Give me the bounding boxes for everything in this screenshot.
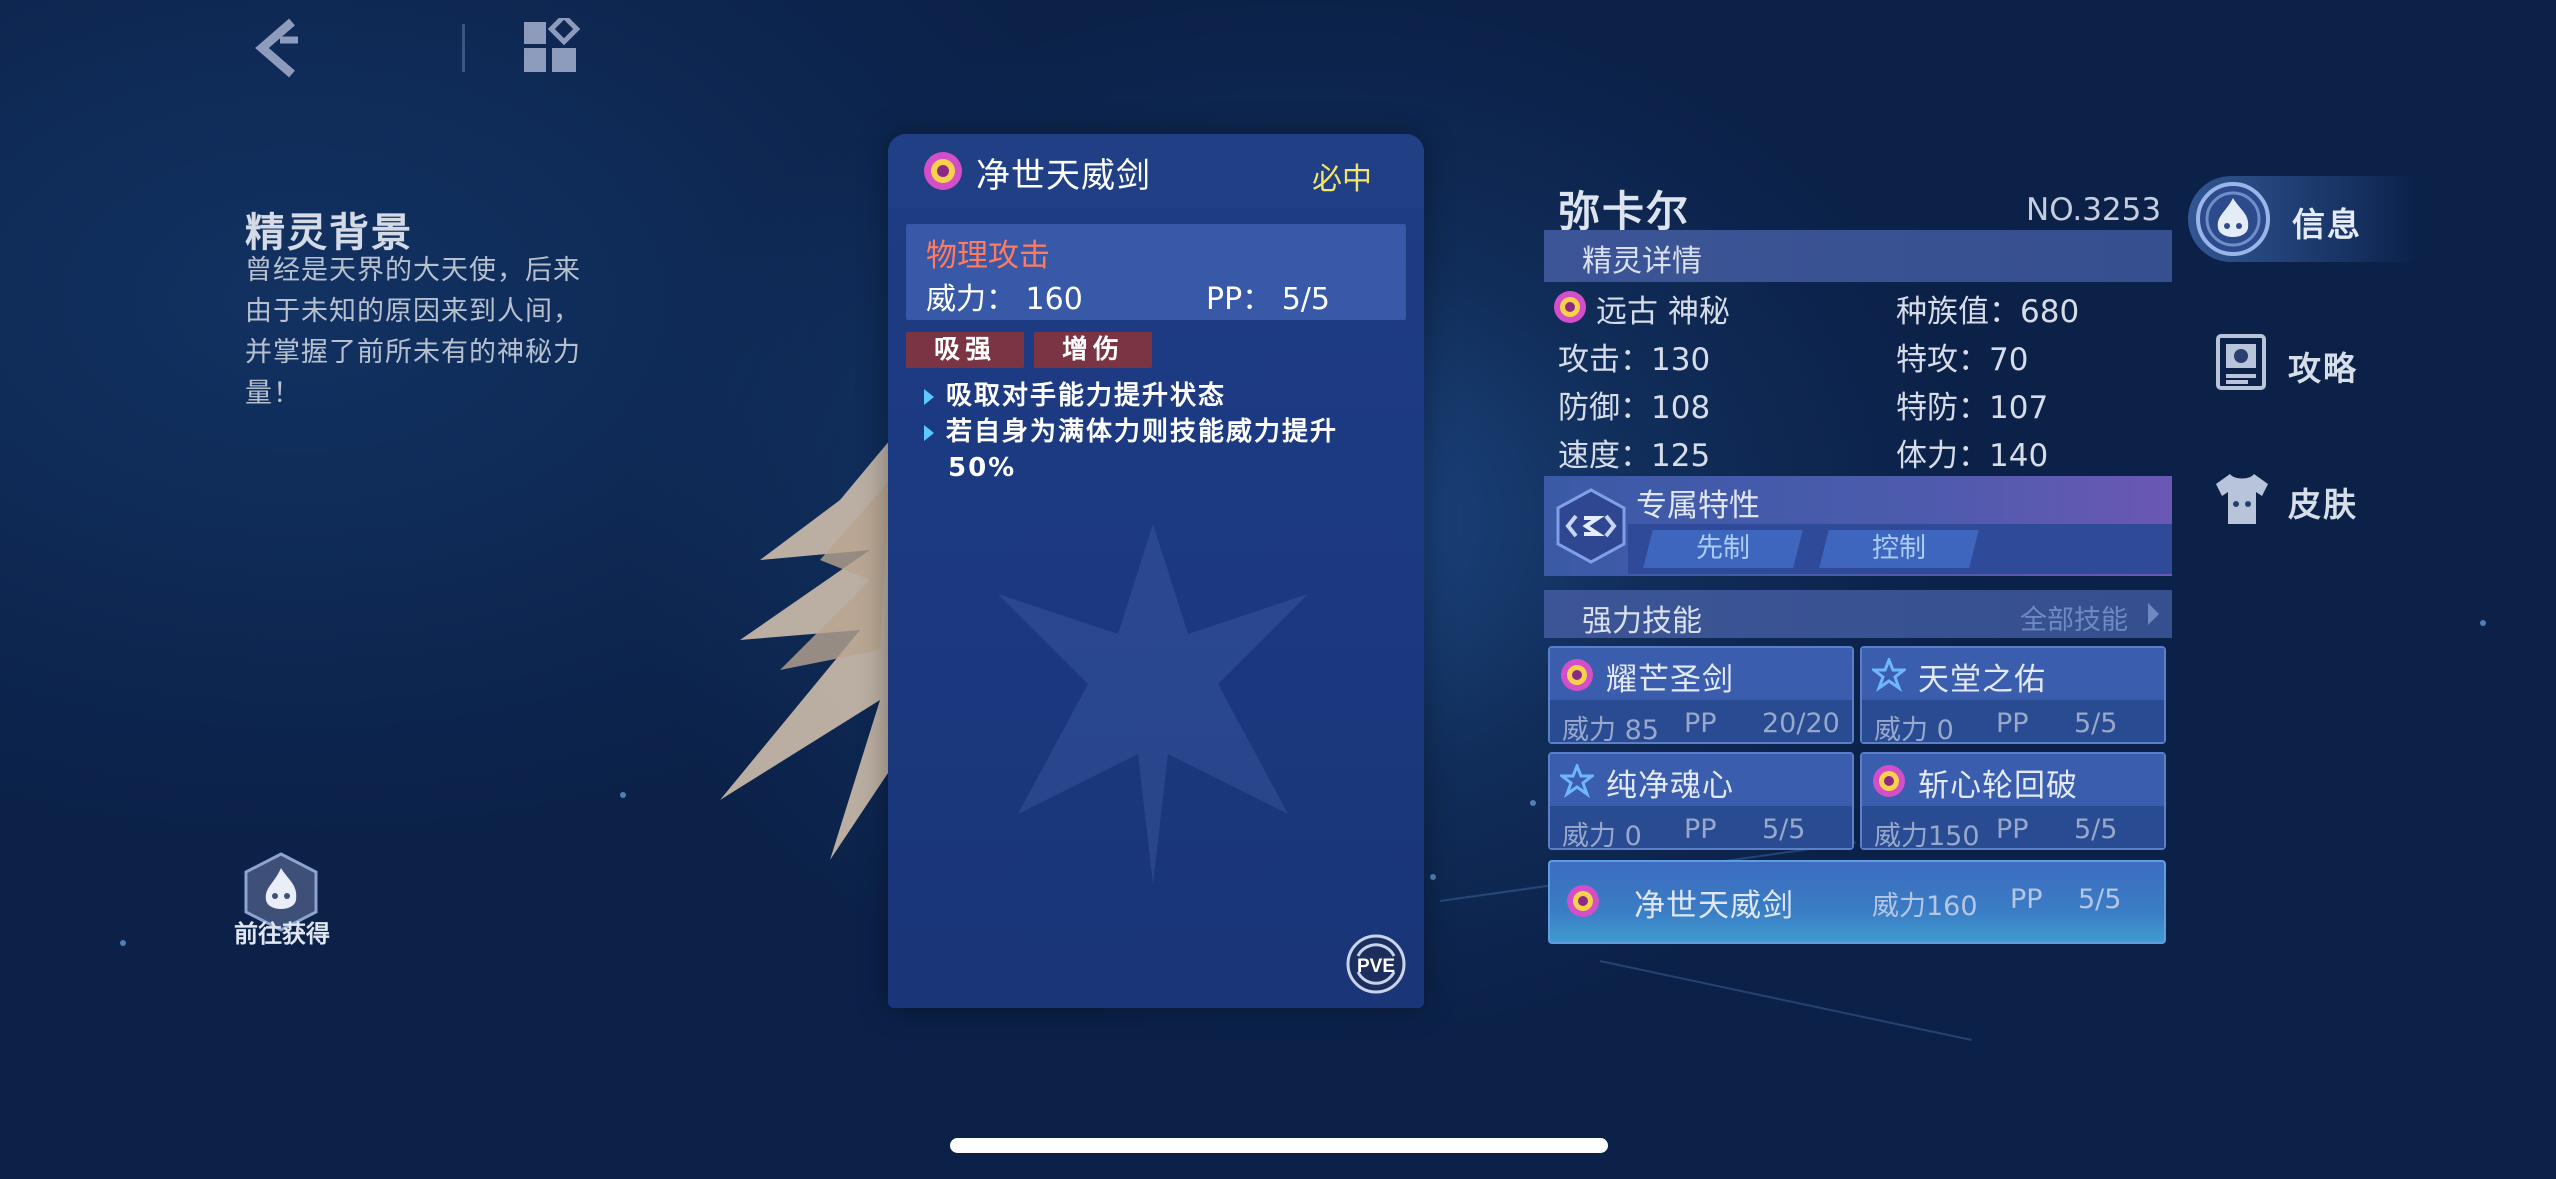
spirit-type-icon: [1554, 291, 1586, 323]
spirit-type-icon: [1561, 659, 1593, 691]
skills-section-title: 强力技能: [1582, 604, 1702, 639]
skill-pp-label: PP: [1996, 814, 2029, 845]
stat-sp-defense: 特防：107: [1896, 390, 2049, 426]
stat-defense: 防御：108: [1558, 390, 1711, 426]
skill-accuracy-tag: 必中: [1312, 162, 1372, 197]
stat-sp-attack: 特攻：70: [1896, 342, 2029, 378]
skill-card-header: 净世天威剑 必中: [888, 134, 1424, 208]
back-chevron-icon: [255, 18, 298, 78]
skill-tile[interactable]: 纯净魂心 威力 0 PP 5/5: [1548, 752, 1854, 852]
grid-menu-icon: [524, 12, 581, 72]
skill-power: 威力 0: [1874, 715, 1954, 746]
effect-description-continuation: 50%: [948, 453, 1017, 483]
constellation-line: [1599, 960, 1972, 1041]
nav-guide-label: 攻略: [2288, 349, 2358, 388]
trait-title: 专属特性: [1636, 488, 1760, 524]
skill-detail-card: 净世天威剑 必中 物理攻击 威力： 160 PP： 5/5 吸强 增伤 吸取对手…: [888, 134, 1424, 1008]
skill-card-title: 净世天威剑: [976, 156, 1151, 196]
skill-pp: PP： 5/5: [1206, 282, 1330, 317]
stat-attack: 攻击：130: [1558, 342, 1711, 378]
effect-tag-damage-boost: 增伤: [1034, 332, 1152, 368]
skill-stats-box: 物理攻击 威力： 160 PP： 5/5: [906, 224, 1406, 320]
skill-name: 天堂之佑: [1918, 662, 2046, 698]
flame-info-icon: [2196, 182, 2270, 256]
shirt-skin-icon: [2216, 474, 2268, 524]
goto-obtain-label: 前往获得: [234, 920, 330, 948]
skill-power: 威力： 160: [926, 282, 1083, 317]
skill-tile[interactable]: 耀芒圣剑 威力 85 PP 20/20: [1548, 646, 1854, 746]
trait-emblem-icon: [1556, 488, 1626, 564]
pet-number: NO.3253: [2026, 192, 2162, 228]
skill-name: 纯净魂心: [1606, 768, 1734, 804]
card-watermark-emblem: [998, 524, 1308, 884]
goto-obtain-button[interactable]: 前往获得: [232, 852, 332, 962]
pet-race-value: 种族值：680: [1896, 294, 2080, 330]
stat-hp: 体力：140: [1896, 438, 2049, 474]
star-type-icon: [1872, 658, 1906, 692]
nav-info-label: 信息: [2292, 205, 2362, 244]
skill-pp-label: PP: [1996, 708, 2029, 739]
skill-name: 斩心轮回破: [1918, 768, 2078, 804]
effect-tag-absorb: 吸强: [906, 332, 1024, 368]
skill-pp-value: 5/5: [2074, 708, 2118, 739]
skill-pp-value: 5/5: [2074, 814, 2118, 845]
skill-tile[interactable]: 斩心轮回破 威力150 PP 5/5: [1860, 752, 2166, 852]
pve-badge[interactable]: PVE: [1346, 934, 1406, 994]
details-section-title: 精灵详情: [1582, 244, 1702, 279]
pet-attribute: 远古 神秘: [1596, 294, 1730, 330]
details-section-header: 精灵详情: [1544, 230, 2172, 282]
home-indicator[interactable]: [950, 1138, 1608, 1153]
effect-description-line: 若自身为满体力则技能威力提升: [924, 414, 1394, 450]
bullet-triangle-icon: [924, 424, 934, 441]
selected-skill-power: 威力160: [1872, 891, 1978, 922]
selected-skill-pp-label: PP: [2010, 884, 2043, 915]
topbar-divider: [462, 24, 465, 72]
stat-speed: 速度：125: [1558, 438, 1711, 474]
spirit-type-icon: [1873, 765, 1905, 797]
pve-badge-label: PVE: [1357, 956, 1395, 977]
nav-skin-label: 皮肤: [2288, 485, 2358, 524]
spirit-type-icon: [924, 152, 962, 190]
effect-description-line: 吸取对手能力提升状态: [924, 378, 1226, 414]
skill-pp-label: PP: [1684, 708, 1717, 739]
star-type-icon: [1560, 764, 1594, 798]
skill-tile[interactable]: 天堂之佑 威力 0 PP 5/5: [1860, 646, 2166, 746]
menu-button[interactable]: [522, 12, 581, 76]
skill-power: 威力150: [1874, 821, 1980, 852]
skill-pp-label: PP: [1684, 814, 1717, 845]
chevron-right-icon[interactable]: [2148, 603, 2159, 625]
skill-pp-value: 20/20: [1762, 708, 1840, 739]
nav-info-tab[interactable]: 信息: [2188, 176, 2418, 262]
nav-guide-tab[interactable]: 攻略: [2192, 326, 2392, 396]
trait-pill-priority[interactable]: 先制: [1643, 530, 1803, 568]
selected-skill-tile[interactable]: 净世天威剑 威力160 PP 5/5: [1548, 860, 2166, 944]
background-description: 曾经是天界的大天使，后来由于未知的原因来到人间，并掌握了前所未有的神秘力量！: [245, 255, 581, 409]
skill-power: 威力 85: [1562, 715, 1659, 746]
back-button[interactable]: [250, 18, 310, 78]
skill-pp-value: 5/5: [1762, 814, 1806, 845]
nav-skin-tab[interactable]: 皮肤: [2192, 462, 2392, 532]
skill-category: 物理攻击: [926, 238, 1050, 274]
skill-power: 威力 0: [1562, 821, 1642, 852]
selected-skill-name: 净世天威剑: [1634, 888, 1794, 924]
trait-pill-control[interactable]: 控制: [1819, 530, 1979, 568]
skill-name: 耀芒圣剑: [1606, 662, 1734, 698]
spirit-type-icon: [1567, 885, 1599, 917]
skills-section-header: 强力技能 全部技能: [1544, 590, 2172, 639]
selected-skill-pp-value: 5/5: [2078, 884, 2122, 915]
guide-book-icon: [2216, 334, 2266, 390]
bullet-triangle-icon: [924, 388, 934, 405]
all-skills-link[interactable]: 全部技能: [2020, 598, 2128, 637]
